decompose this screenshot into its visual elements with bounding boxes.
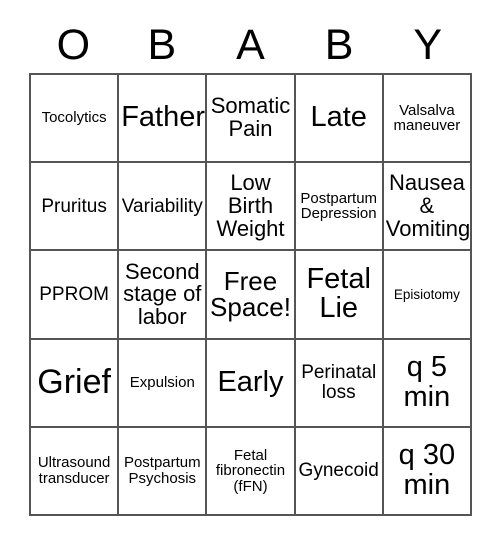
bingo-cell-r5c2[interactable]: Postpartum Psychosis xyxy=(119,427,208,516)
bingo-cell-label: Perinatal loss xyxy=(301,362,377,403)
bingo-cell-r2c1[interactable]: Pruritus xyxy=(31,163,120,252)
bingo-cell-r1c2[interactable]: Father xyxy=(119,75,208,164)
bingo-cell-label: Free Space! xyxy=(210,265,291,323)
bingo-header-row: O B A B Y xyxy=(29,17,472,73)
bingo-cell-label: Ultrasound transducer xyxy=(37,454,111,487)
bingo-cell-r4c4[interactable]: Perinatal loss xyxy=(295,339,384,428)
bingo-cell-r5c3[interactable]: Fetal fibronectin (fFN) xyxy=(207,427,296,516)
bingo-cell-r3c5[interactable]: Episiotomy xyxy=(383,251,472,340)
bingo-cell-r1c4[interactable]: Late xyxy=(295,75,384,164)
bingo-grid: Tocolytics Father Somatic Pain Late Vals… xyxy=(29,73,472,516)
bingo-cell-label: Valsalva maneuver xyxy=(393,101,461,135)
bingo-cell-r2c4[interactable]: Postpartum Depression xyxy=(295,163,384,252)
bingo-cell-label: Father xyxy=(121,101,206,134)
bingo-cell-label: Gynecoid xyxy=(298,460,379,482)
bingo-cell-r1c5[interactable]: Valsalva maneuver xyxy=(383,75,472,164)
bingo-cell-label: q 5 min xyxy=(403,350,451,413)
bingo-cell-label: Low Birth Weight xyxy=(216,170,285,241)
bingo-cell-free-space[interactable]: Free Space! xyxy=(207,251,296,340)
bingo-cell-label: Fetal fibronectin (fFN) xyxy=(215,446,286,495)
bingo-header-letter-1: B xyxy=(147,20,177,69)
bingo-cell-label: Tocolytics xyxy=(41,109,107,127)
bingo-cell-r5c4[interactable]: Gynecoid xyxy=(295,427,384,516)
bingo-cell-r5c1[interactable]: Ultrasound transducer xyxy=(31,427,120,516)
bingo-cell-r1c3[interactable]: Somatic Pain xyxy=(207,75,296,164)
bingo-cell-r4c2[interactable]: Expulsion xyxy=(119,339,208,428)
bingo-header-letter-3: B xyxy=(324,20,354,69)
bingo-cell-r4c5[interactable]: q 5 min xyxy=(383,339,472,428)
bingo-header-letter-4: Y xyxy=(413,20,443,69)
bingo-cell-r2c3[interactable]: Low Birth Weight xyxy=(207,163,296,252)
bingo-header-letter-2: A xyxy=(236,20,265,69)
bingo-cell-r3c4[interactable]: Fetal Lie xyxy=(295,251,384,340)
bingo-cell-label: Fetal Lie xyxy=(306,262,371,325)
bingo-cell-label: Grief xyxy=(37,363,111,402)
bingo-cell-label: PPROM xyxy=(39,283,109,305)
bingo-cell-label: Late xyxy=(310,101,367,134)
bingo-cell-r5c5[interactable]: q 30 min xyxy=(383,427,472,516)
bingo-cell-r2c2[interactable]: Variability xyxy=(119,163,208,252)
bingo-cell-r4c3[interactable]: Early xyxy=(207,339,296,428)
bingo-cell-label: Somatic Pain xyxy=(210,93,291,142)
bingo-cell-label: Postpartum Psychosis xyxy=(123,454,201,487)
bingo-cell-label: Variability xyxy=(121,195,203,217)
bingo-cell-r4c1[interactable]: Grief xyxy=(31,339,120,428)
bingo-cell-r1c1[interactable]: Tocolytics xyxy=(31,75,120,164)
bingo-cell-label: Nausea & Vomiting xyxy=(385,170,471,241)
bingo-cell-r2c5[interactable]: Nausea & Vomiting xyxy=(383,163,472,252)
bingo-cell-label: Pruritus xyxy=(41,195,107,217)
bingo-cell-label: Episiotomy xyxy=(393,286,460,302)
bingo-cell-r3c2[interactable]: Second stage of labor xyxy=(119,251,208,340)
bingo-cell-label: Expulsion xyxy=(129,373,195,391)
bingo-cell-r3c1[interactable]: PPROM xyxy=(31,251,120,340)
bingo-cell-label: q 30 min xyxy=(398,439,456,501)
bingo-card: O B A B Y Tocolytics Father Somatic Pain… xyxy=(0,0,500,544)
bingo-cell-label: Postpartum Depression xyxy=(300,189,378,223)
bingo-header-letter-0: O xyxy=(56,20,91,69)
bingo-cell-label: Early xyxy=(217,365,284,398)
bingo-cell-label: Second stage of labor xyxy=(123,258,202,329)
